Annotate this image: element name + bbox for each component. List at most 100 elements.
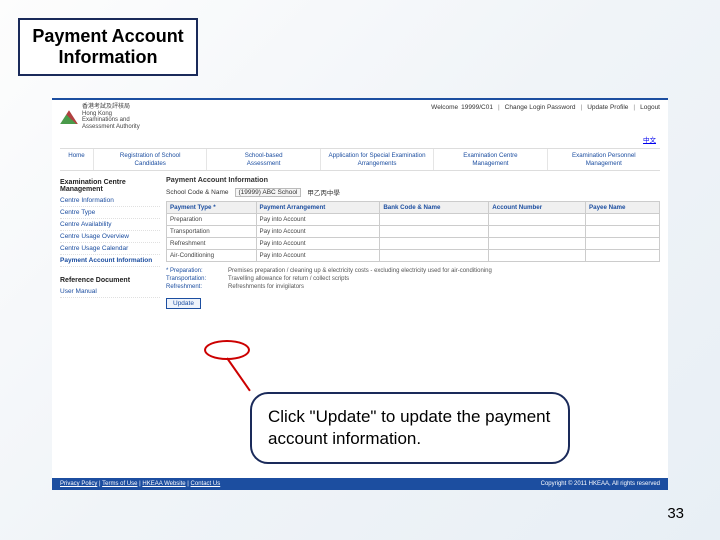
tab-label: Assessment: [209, 160, 317, 167]
slide-page-number: 33: [667, 505, 684, 522]
org-name-en3: Assessment Authority: [82, 124, 140, 131]
note-text-transportation: Travelling allowance for return / collec…: [228, 276, 349, 284]
tab-label: School-based: [209, 152, 317, 159]
tab-label: Management: [436, 160, 544, 167]
sidebar-item-centre-type[interactable]: Centre Type: [60, 207, 160, 219]
table-row: Transportation Pay into Account: [167, 226, 660, 238]
app-header: 香港考試及評核局 Hong Kong Examinations and Asse…: [52, 100, 668, 132]
th-bank: Bank Code & Name: [380, 202, 489, 214]
sidebar-item-usage-overview[interactable]: Centre Usage Overview: [60, 231, 160, 243]
tab-sba[interactable]: School-based Assessment: [207, 149, 320, 170]
th-account-number: Account Number: [489, 202, 586, 214]
footer-copyright: Copyright © 2011 HKEAA, All rights reser…: [541, 481, 660, 487]
tab-label: Management: [550, 160, 658, 167]
sidebar-item-centre-info[interactable]: Centre Information: [60, 195, 160, 207]
cell-account: [489, 226, 586, 238]
separator: |: [496, 104, 502, 111]
update-profile-link[interactable]: Update Profile: [587, 104, 628, 111]
org-name-en1: Hong Kong: [82, 111, 140, 118]
main-panel: Payment Account Information School Code …: [166, 171, 660, 308]
cell-account: [489, 214, 586, 226]
sidebar: Examination Centre Management Centre Inf…: [60, 171, 160, 308]
th-payment-type: Payment Type *: [167, 202, 257, 214]
footer-links: Privacy Policy | Terms of Use | HKEAA We…: [60, 481, 220, 487]
cell-arrangement: Pay into Account: [256, 250, 380, 262]
tab-exam-personnel[interactable]: Examination Personnel Management: [548, 149, 660, 170]
cell-arrangement: Pay into Account: [256, 214, 380, 226]
cell-bank: [380, 214, 489, 226]
cell-payee: [586, 214, 660, 226]
th-payee: Payee Name: [586, 202, 660, 214]
hkeaa-logo-icon: [60, 110, 78, 124]
tab-label: Candidates: [96, 160, 204, 167]
org-name-zh: 香港考試及評核局: [82, 104, 140, 111]
footer-contact[interactable]: Contact Us: [191, 481, 221, 487]
school-name-zh: 甲乙丙中學: [307, 187, 340, 197]
note-label-refreshment: Refreshment:: [166, 284, 224, 292]
th-payment-arrangement: Payment Arrangement: [256, 202, 380, 214]
content-area: Examination Centre Management Centre Inf…: [52, 171, 668, 308]
cell-type: Refreshment: [167, 238, 257, 250]
cell-type: Preparation: [167, 214, 257, 226]
sidebar-item-centre-availability[interactable]: Centre Availability: [60, 219, 160, 231]
tab-special-exam[interactable]: Application for Special Examination Arra…: [321, 149, 434, 170]
note-text-preparation: Premises preparation / cleaning up & ele…: [228, 268, 492, 276]
tab-label: Arrangements: [323, 160, 431, 167]
cell-bank: [380, 238, 489, 250]
main-nav: Home Registration of School Candidates S…: [60, 148, 660, 171]
cell-type: Transportation: [167, 226, 257, 238]
logo-block: 香港考試及評核局 Hong Kong Examinations and Asse…: [60, 104, 140, 130]
school-label: School Code & Name: [166, 189, 229, 196]
language-row: 中文: [52, 132, 668, 146]
cell-arrangement: Pay into Account: [256, 226, 380, 238]
cell-arrangement: Pay into Account: [256, 238, 380, 250]
slide-title-callout: Payment Account Information: [18, 18, 198, 76]
logout-link[interactable]: Logout: [640, 104, 660, 111]
cell-account: [489, 238, 586, 250]
sidebar-item-usage-calendar[interactable]: Centre Usage Calendar: [60, 243, 160, 255]
cell-payee: [586, 226, 660, 238]
app-footer: Privacy Policy | Terms of Use | HKEAA We…: [52, 478, 668, 490]
cell-payee: [586, 250, 660, 262]
page-title: Payment Account Information: [166, 175, 660, 184]
tab-home[interactable]: Home: [60, 149, 94, 170]
instruction-callout: Click "Update" to update the payment acc…: [250, 392, 570, 464]
user-id: 19999/C01: [461, 104, 493, 111]
cell-type: Air-Conditioning: [167, 250, 257, 262]
cell-payee: [586, 238, 660, 250]
org-name: 香港考試及評核局 Hong Kong Examinations and Asse…: [82, 104, 140, 130]
sidebar-section-ref: Reference Document: [60, 277, 160, 284]
footer-privacy[interactable]: Privacy Policy: [60, 481, 97, 487]
sidebar-section-ecm: Examination Centre Management: [60, 179, 160, 193]
cell-bank: [380, 226, 489, 238]
notes-block: * Preparation: Premises preparation / cle…: [166, 268, 660, 291]
table-header-row: Payment Type * Payment Arrangement Bank …: [167, 202, 660, 214]
cell-account: [489, 250, 586, 262]
payment-table: Payment Type * Payment Arrangement Bank …: [166, 201, 660, 262]
table-row: Preparation Pay into Account: [167, 214, 660, 226]
welcome-bar: Welcome 19999/C01 | Change Login Passwor…: [431, 104, 660, 130]
tab-label: Examination Personnel: [550, 152, 658, 159]
school-info-row: School Code & Name (19999) ABC School 甲乙…: [166, 187, 660, 197]
sidebar-item-payment-account[interactable]: Payment Account Information: [60, 255, 160, 267]
language-toggle[interactable]: 中文: [643, 137, 656, 144]
change-password-link[interactable]: Change Login Password: [505, 104, 576, 111]
footer-website[interactable]: HKEAA Website: [142, 481, 185, 487]
tab-registration[interactable]: Registration of School Candidates: [94, 149, 207, 170]
school-code-value: (19999) ABC School: [235, 188, 302, 197]
welcome-prefix: Welcome: [431, 104, 458, 111]
slide-title: Payment Account Information: [20, 26, 196, 68]
org-name-en2: Examinations and: [82, 117, 140, 124]
update-button[interactable]: Update: [166, 298, 201, 309]
footer-terms[interactable]: Terms of Use: [102, 481, 137, 487]
tab-label: Examination Centre: [436, 152, 544, 159]
table-row: Refreshment Pay into Account: [167, 238, 660, 250]
note-label-preparation: * Preparation:: [166, 268, 224, 276]
separator: |: [579, 104, 585, 111]
tab-label: Application for Special Examination: [323, 152, 431, 159]
instruction-text: Click "Update" to update the payment acc…: [268, 407, 550, 448]
table-row: Air-Conditioning Pay into Account: [167, 250, 660, 262]
tab-exam-centre[interactable]: Examination Centre Management: [434, 149, 547, 170]
separator: |: [631, 104, 637, 111]
sidebar-item-user-manual[interactable]: User Manual: [60, 286, 160, 298]
